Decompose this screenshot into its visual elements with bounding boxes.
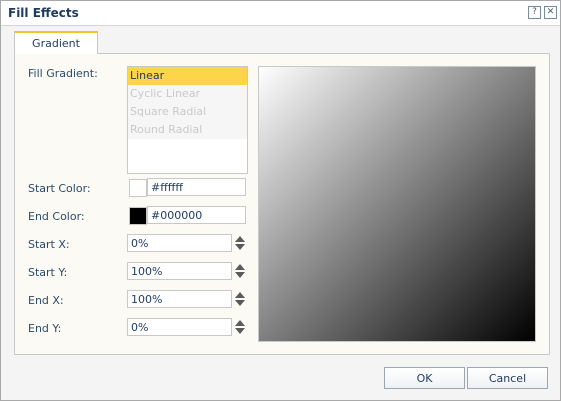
end-color-label: End Color: — [28, 210, 85, 223]
start-y-label: Start Y: — [28, 266, 68, 279]
list-item-cyclic-linear[interactable]: Cyclic Linear — [128, 85, 247, 103]
end-x-label: End X: — [28, 294, 64, 307]
fill-gradient-label: Fill Gradient: — [28, 67, 98, 80]
end-x-field[interactable]: 100% — [127, 290, 232, 308]
start-x-stepper[interactable] — [235, 234, 245, 252]
cancel-button[interactable]: Cancel — [467, 367, 548, 389]
end-y-stepper[interactable] — [235, 318, 245, 336]
start-x-field[interactable]: 0% — [127, 234, 232, 252]
end-color-field[interactable]: #000000 — [147, 206, 246, 224]
fill-gradient-list[interactable]: Linear Cyclic Linear Square Radial Round… — [127, 66, 248, 174]
arrow-down-icon[interactable] — [235, 328, 245, 334]
end-y-field[interactable]: 0% — [127, 318, 232, 336]
end-y-label: End Y: — [28, 322, 62, 335]
title-bar: Fill Effects ? ✕ — [1, 1, 560, 26]
arrow-down-icon[interactable] — [235, 244, 245, 250]
arrow-down-icon[interactable] — [235, 272, 245, 278]
start-color-field[interactable]: #ffffff — [147, 178, 246, 196]
end-x-stepper[interactable] — [235, 290, 245, 308]
help-icon[interactable]: ? — [528, 6, 541, 19]
list-item-square-radial[interactable]: Square Radial — [128, 103, 247, 121]
arrow-up-icon[interactable] — [235, 264, 245, 270]
ok-button[interactable]: OK — [384, 367, 465, 389]
list-item-round-radial[interactable]: Round Radial — [128, 121, 247, 139]
end-color-swatch[interactable] — [129, 207, 147, 225]
dialog-title: Fill Effects — [8, 6, 79, 20]
start-y-field[interactable]: 100% — [127, 262, 232, 280]
start-x-label: Start X: — [28, 238, 70, 251]
start-color-swatch[interactable] — [129, 179, 147, 197]
start-y-stepper[interactable] — [235, 262, 245, 280]
fill-effects-dialog: Fill Effects ? ✕ Gradient Fill Gradient:… — [0, 0, 561, 401]
start-color-label: Start Color: — [28, 182, 91, 195]
arrow-up-icon[interactable] — [235, 292, 245, 298]
gradient-preview — [258, 66, 536, 342]
list-item-linear[interactable]: Linear — [128, 67, 247, 85]
close-icon[interactable]: ✕ — [544, 6, 557, 19]
arrow-up-icon[interactable] — [235, 320, 245, 326]
tab-gradient[interactable]: Gradient — [14, 31, 98, 54]
arrow-down-icon[interactable] — [235, 300, 245, 306]
arrow-up-icon[interactable] — [235, 236, 245, 242]
